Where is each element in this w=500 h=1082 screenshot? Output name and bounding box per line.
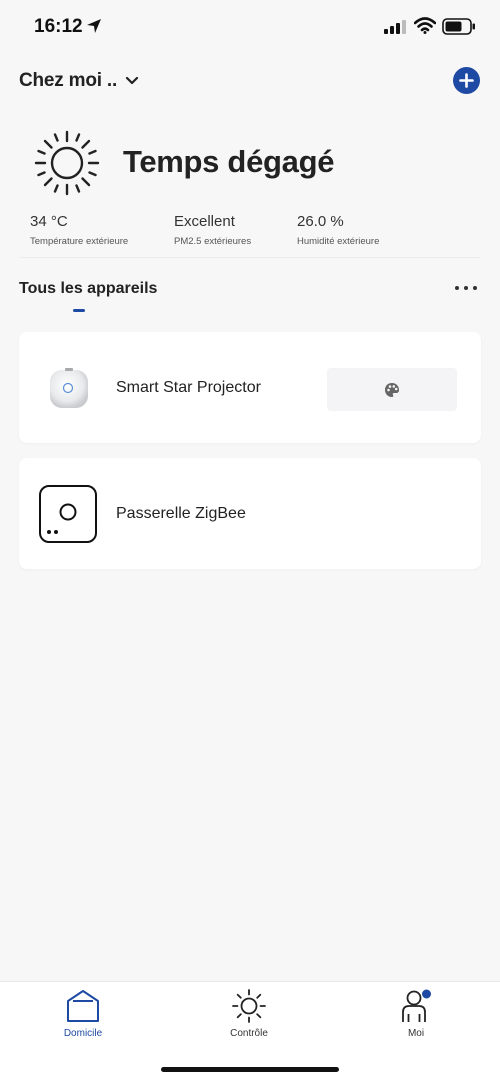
stat-label: Température extérieure xyxy=(30,236,129,247)
sun-icon xyxy=(34,130,100,196)
stat-label: Humidité extérieure xyxy=(297,236,380,247)
sun-icon xyxy=(232,989,266,1023)
nav-me[interactable]: Moi xyxy=(366,988,466,1039)
nav-home[interactable]: Domicile xyxy=(33,988,133,1039)
status-time: 16:12 xyxy=(34,16,83,37)
cellular-signal-icon xyxy=(384,20,406,34)
weather-condition: Temps dégagé xyxy=(123,144,335,179)
stat-temperature: 34 °C Température extérieure xyxy=(30,213,128,247)
person-icon xyxy=(402,989,431,1022)
stat-pm25: Excellent PM2.5 extérieures xyxy=(174,213,251,247)
divider xyxy=(19,257,481,258)
stat-value: Excellent xyxy=(174,213,235,230)
tab-all-devices[interactable]: Tous les appareils xyxy=(19,280,157,298)
notification-dot xyxy=(422,989,431,999)
nav-label: Contrôle xyxy=(230,1028,268,1039)
add-device-button[interactable] xyxy=(453,67,480,94)
projector-icon xyxy=(50,368,88,408)
chevron-down-icon xyxy=(125,76,139,85)
device-name: Passerelle ZigBee xyxy=(116,505,246,522)
stat-humidity: 26.0 % Humidité extérieure xyxy=(297,213,379,247)
wifi-icon xyxy=(414,17,436,34)
dot xyxy=(473,286,477,290)
dot xyxy=(464,286,468,290)
nav-control[interactable]: Contrôle xyxy=(199,988,299,1039)
home-selector[interactable]: Chez moi .. xyxy=(19,68,139,94)
stat-value: 26.0 % xyxy=(297,213,344,230)
palette-icon xyxy=(385,382,399,397)
battery-icon xyxy=(442,18,475,35)
stat-value: 34 °C xyxy=(30,213,68,230)
plus-icon xyxy=(459,73,474,88)
dot xyxy=(455,286,459,290)
nav-label: Domicile xyxy=(63,1028,103,1039)
gateway-icon xyxy=(39,485,97,543)
status-bar: 16:12 xyxy=(0,0,500,56)
nav-label: Moi xyxy=(407,1028,425,1039)
active-tab-indicator xyxy=(73,309,85,312)
home-icon xyxy=(67,990,99,1022)
stat-label: PM2.5 extérieures xyxy=(174,236,252,247)
home-indicator xyxy=(161,1067,339,1072)
color-palette-button[interactable] xyxy=(327,368,457,411)
app-screen: 16:12 Chez moi .. Temps dégagé 34 °C Tem… xyxy=(0,0,500,1082)
more-options-button[interactable] xyxy=(455,286,477,292)
device-card-projector[interactable]: Smart Star Projector xyxy=(19,332,481,443)
location-arrow-icon xyxy=(87,19,101,33)
device-name: Smart Star Projector xyxy=(116,379,261,396)
home-name: Chez moi .. xyxy=(19,70,118,91)
device-card-gateway[interactable]: Passerelle ZigBee xyxy=(19,458,481,569)
